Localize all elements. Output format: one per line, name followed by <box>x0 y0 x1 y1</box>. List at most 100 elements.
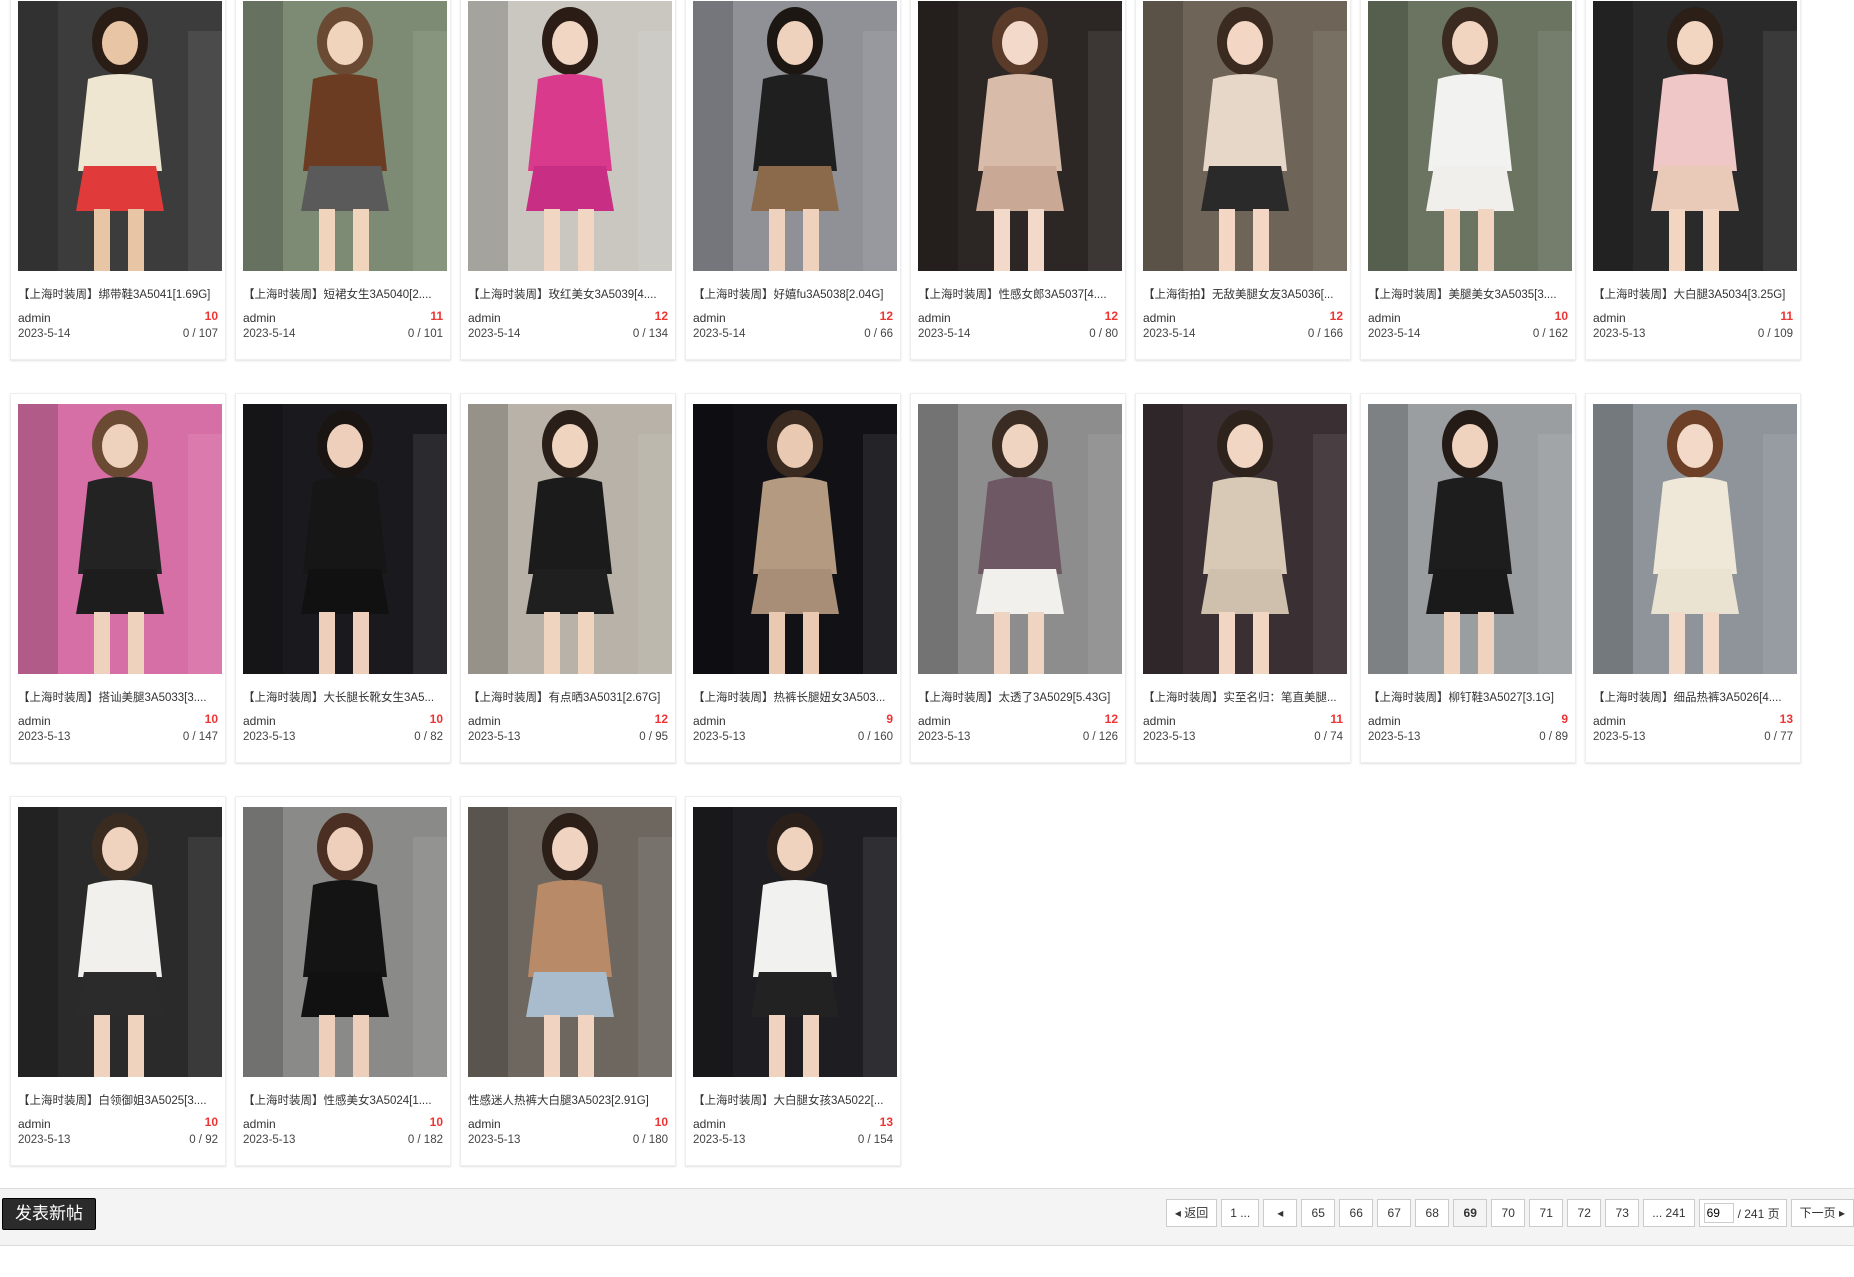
thread-thumbnail[interactable] <box>243 1 447 271</box>
thread-thumbnail[interactable] <box>468 1 672 271</box>
thread-title[interactable]: 【上海时装周】好嬉fu3A5038[2.04G] <box>693 286 897 302</box>
thread-thumbnail[interactable] <box>918 1 1122 271</box>
page-jump-input[interactable] <box>1703 1203 1734 1223</box>
thread-thumbnail[interactable] <box>468 807 672 1077</box>
thread-author[interactable]: admin <box>918 714 951 728</box>
thread-title[interactable]: 【上海时装周】细品热裤3A5026[4.... <box>1593 689 1797 705</box>
new-post-button[interactable]: 发表新帖 <box>2 1198 96 1230</box>
thread-thumbnail[interactable] <box>693 1 897 271</box>
thread-thumbnail[interactable] <box>693 807 897 1077</box>
thread-author[interactable]: admin <box>243 714 276 728</box>
page-link[interactable]: 71 <box>1529 1199 1564 1227</box>
thread-author[interactable]: admin <box>468 311 501 325</box>
thread-title[interactable]: 【上海时装周】搭讪美腿3A5033[3.... <box>18 689 222 705</box>
photo-placeholder-image <box>243 1 447 271</box>
page-link[interactable]: 72 <box>1567 1199 1602 1227</box>
thread-author[interactable]: admin <box>468 1117 501 1131</box>
thread-author[interactable]: admin <box>18 714 51 728</box>
thread-title[interactable]: 【上海时装周】美腿美女3A5035[3.... <box>1368 286 1572 302</box>
thread-thumbnail[interactable] <box>1143 1 1347 271</box>
thread-card[interactable]: 【上海时装周】大白腿女孩3A5022[... admin 13 2023-5-13 0 … <box>685 796 901 1166</box>
page-link[interactable]: 70 <box>1491 1199 1526 1227</box>
thread-card[interactable]: 【上海街拍】无敌美腿女友3A5036[... admin 12 2023-5-14 0 … <box>1135 0 1351 360</box>
thread-card[interactable]: 【上海时装周】短裙女生3A5040[2.... admin 11 2023-5-14 0… <box>235 0 451 360</box>
prev-page-button[interactable]: ◂ <box>1263 1199 1298 1227</box>
thread-author[interactable]: admin <box>693 714 726 728</box>
page-link[interactable]: 67 <box>1377 1199 1412 1227</box>
thread-author[interactable]: admin <box>1143 714 1176 728</box>
thread-card[interactable]: 【上海时装周】实至名归：笔直美腿... admin 11 2023-5-13 0 / 7… <box>1135 393 1351 763</box>
thread-author[interactable]: admin <box>243 311 276 325</box>
thread-date: 2023-5-13 <box>18 1134 71 1146</box>
thread-thumbnail[interactable] <box>693 404 897 674</box>
thread-stats: 0 / 95 <box>639 731 668 743</box>
thread-card[interactable]: 【上海时装周】热裤长腿妞女3A503... admin 9 2023-5-13 0 / … <box>685 393 901 763</box>
thread-title[interactable]: 【上海时装周】性感美女3A5024[1.... <box>243 1092 447 1108</box>
thread-author[interactable]: admin <box>693 1117 726 1131</box>
thread-thumbnail[interactable] <box>1143 404 1347 674</box>
thread-thumbnail[interactable] <box>18 1 222 271</box>
next-page-button[interactable]: 下一页 ▸ <box>1790 1199 1854 1227</box>
page-link[interactable]: 68 <box>1415 1199 1450 1227</box>
thread-card[interactable]: 【上海时装周】柳钉鞋3A5027[3.1G] admin 9 2023-5-13 0 /… <box>1360 393 1576 763</box>
thread-card[interactable]: 性感迷人热裤大白腿3A5023[2.91G] admin 10 2023-5-13 0 … <box>460 796 676 1166</box>
first-page-link[interactable]: 1 ... <box>1221 1199 1260 1227</box>
thread-thumbnail[interactable] <box>18 404 222 674</box>
thread-author[interactable]: admin <box>693 311 726 325</box>
page-link[interactable]: 65 <box>1301 1199 1336 1227</box>
thread-thumbnail[interactable] <box>18 807 222 1077</box>
thread-card[interactable]: 【上海时装周】性感美女3A5024[1.... admin 10 2023-5-13 0… <box>235 796 451 1166</box>
thread-thumbnail[interactable] <box>918 404 1122 674</box>
thread-title[interactable]: 【上海时装周】热裤长腿妞女3A503... <box>693 689 897 705</box>
thread-card[interactable]: 【上海时装周】细品热裤3A5026[4.... admin 13 2023-5-13 0… <box>1585 393 1801 763</box>
thread-card[interactable]: 【上海时装周】有点晒3A5031[2.67G] admin 12 2023-5-13 0… <box>460 393 676 763</box>
back-button[interactable]: ◂ 返回 <box>1165 1199 1218 1227</box>
thread-card[interactable]: 【上海时装周】玫红美女3A5039[4.... admin 12 2023-5-14 0… <box>460 0 676 360</box>
thread-thumbnail[interactable] <box>1368 1 1572 271</box>
thread-author[interactable]: admin <box>1368 311 1401 325</box>
thread-title[interactable]: 【上海时装周】大白腿3A5034[3.25G] <box>1593 286 1797 302</box>
thread-author[interactable]: admin <box>18 311 51 325</box>
thread-card[interactable]: 【上海时装周】太透了3A5029[5.43G] admin 12 2023-5-13 0… <box>910 393 1126 763</box>
thread-thumbnail[interactable] <box>243 404 447 674</box>
thread-author[interactable]: admin <box>468 714 501 728</box>
thread-title[interactable]: 【上海时装周】绑带鞋3A5041[1.69G] <box>18 286 222 302</box>
thread-card[interactable]: 【上海时装周】大白腿3A5034[3.25G] admin 11 2023-5-13 0… <box>1585 0 1801 360</box>
thread-title[interactable]: 【上海街拍】无敌美腿女友3A5036[... <box>1143 286 1347 302</box>
thread-author[interactable]: admin <box>1368 714 1401 728</box>
thread-card[interactable]: 【上海时装周】绑带鞋3A5041[1.69G] admin 10 2023-5-14 0… <box>10 0 226 360</box>
thread-title[interactable]: 【上海时装周】有点晒3A5031[2.67G] <box>468 689 672 705</box>
thread-title[interactable]: 【上海时装周】白领御姐3A5025[3.... <box>18 1092 222 1108</box>
thread-thumbnail[interactable] <box>1593 404 1797 674</box>
thread-card[interactable]: 【上海时装周】搭讪美腿3A5033[3.... admin 10 2023-5-13 0… <box>10 393 226 763</box>
thread-title[interactable]: 【上海时装周】短裙女生3A5040[2.... <box>243 286 447 302</box>
thread-title[interactable]: 【上海时装周】太透了3A5029[5.43G] <box>918 689 1122 705</box>
thread-card[interactable]: 【上海时装周】白领御姐3A5025[3.... admin 10 2023-5-13 0… <box>10 796 226 1166</box>
thread-thumbnail[interactable] <box>468 404 672 674</box>
thread-title[interactable]: 【上海时装周】柳钉鞋3A5027[3.1G] <box>1368 689 1572 705</box>
thread-author[interactable]: admin <box>18 1117 51 1131</box>
thread-card[interactable]: 【上海时装周】好嬉fu3A5038[2.04G] admin 12 2023-5-14… <box>685 0 901 360</box>
thread-title[interactable]: 性感迷人热裤大白腿3A5023[2.91G] <box>468 1092 672 1108</box>
thread-card[interactable]: 【上海时装周】美腿美女3A5035[3.... admin 10 2023-5-14 0… <box>1360 0 1576 360</box>
thread-card[interactable]: 【上海时装周】大长腿长靴女生3A5... admin 10 2023-5-13 0 / … <box>235 393 451 763</box>
photo-placeholder-image <box>468 807 672 1077</box>
thread-title[interactable]: 【上海时装周】大长腿长靴女生3A5... <box>243 689 447 705</box>
thread-thumbnail[interactable] <box>1368 404 1572 674</box>
thread-title[interactable]: 【上海时装周】性感女郎3A5037[4.... <box>918 286 1122 302</box>
thread-image-count: 12 <box>1104 712 1118 726</box>
thread-author[interactable]: admin <box>1593 311 1626 325</box>
page-link[interactable]: 73 <box>1605 1199 1640 1227</box>
thread-author[interactable]: admin <box>1593 714 1626 728</box>
thread-title[interactable]: 【上海时装周】实至名归：笔直美腿... <box>1143 689 1347 705</box>
last-page-link[interactable]: ... 241 <box>1643 1199 1695 1227</box>
thread-title[interactable]: 【上海时装周】玫红美女3A5039[4.... <box>468 286 672 302</box>
thread-thumbnail[interactable] <box>243 807 447 1077</box>
thread-author[interactable]: admin <box>1143 311 1176 325</box>
page-link[interactable]: 66 <box>1339 1199 1374 1227</box>
thread-author[interactable]: admin <box>918 311 951 325</box>
thread-author[interactable]: admin <box>243 1117 276 1131</box>
thread-card[interactable]: 【上海时装周】性感女郎3A5037[4.... admin 12 2023-5-14 0… <box>910 0 1126 360</box>
thread-title[interactable]: 【上海时装周】大白腿女孩3A5022[... <box>693 1092 897 1108</box>
thread-thumbnail[interactable] <box>1593 1 1797 271</box>
